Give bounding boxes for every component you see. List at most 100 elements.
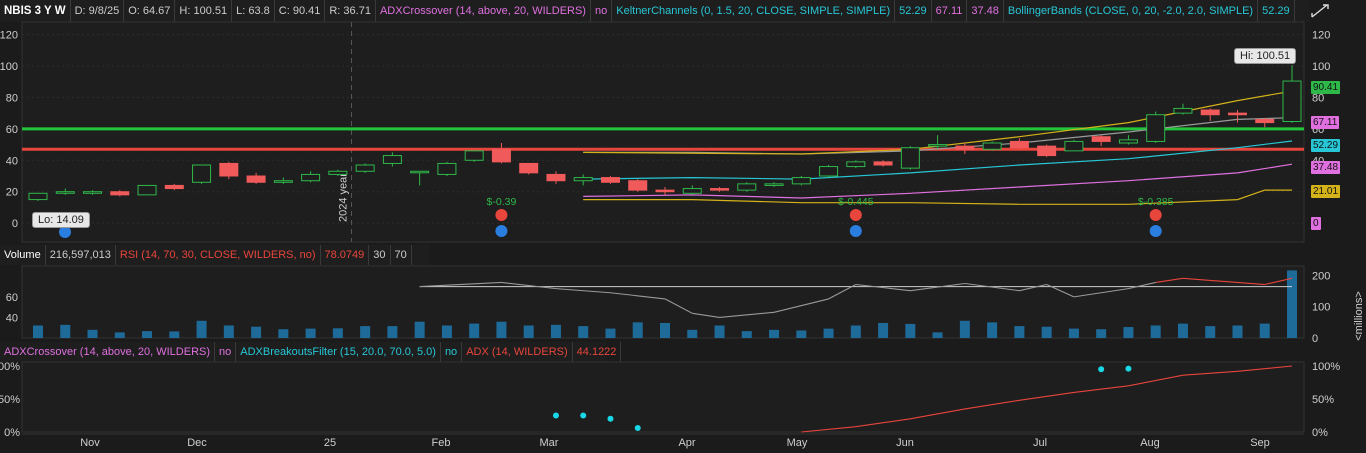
- earnings-label: $-0.385: [1138, 196, 1174, 208]
- x-tick-label: Jul: [1033, 437, 1047, 449]
- volume-bar: [305, 328, 316, 338]
- adx-breakout-dot: [634, 425, 641, 432]
- candle: [1037, 145, 1057, 157]
- adx-breakout-dot: [580, 412, 587, 419]
- earnings-label: $-0.39: [487, 196, 517, 208]
- adx-tick-label-right: 50%: [1312, 394, 1334, 406]
- x-tick-label: 25: [324, 437, 336, 449]
- volume-bar: [87, 329, 98, 338]
- candle: [164, 184, 184, 190]
- candle: [219, 162, 239, 177]
- adx-breakout-dot: [607, 415, 614, 422]
- candle: [1146, 114, 1166, 142]
- volume-tick-label: 200: [1312, 270, 1330, 282]
- x-tick-label: Mar: [540, 437, 559, 449]
- volume-bar: [959, 320, 970, 338]
- y-tick-label-left: 40: [6, 155, 18, 167]
- candle: [55, 191, 75, 194]
- candle: [546, 173, 566, 182]
- volume-bar: [1205, 326, 1216, 338]
- price-value-tag: 67.11: [1311, 116, 1340, 129]
- volume-bar: [496, 321, 507, 338]
- volume-bar: [142, 331, 153, 338]
- candle: [928, 144, 948, 147]
- volume-bar: [796, 330, 807, 338]
- volume-bar: [469, 323, 480, 338]
- x-tick-label: Dec: [187, 437, 207, 449]
- volume-bar: [33, 325, 43, 338]
- volume-bar: [169, 331, 180, 338]
- candle: [246, 175, 266, 183]
- volume-bar: [823, 328, 834, 338]
- candle: [301, 173, 321, 182]
- y-tick-label-left: 80: [6, 92, 18, 104]
- volume-bar: [878, 322, 889, 338]
- candle: [410, 170, 430, 174]
- y-tick-label-left: 60: [6, 124, 18, 136]
- volume-tick-label: 100: [1312, 302, 1330, 314]
- candle: [737, 183, 757, 191]
- chart-canvas[interactable]: 0020204040606080801001001201202024 year$…: [0, 0, 1366, 453]
- candle: [519, 162, 539, 174]
- candle: [464, 150, 484, 161]
- earnings-label: $-0.445: [838, 196, 874, 208]
- candle: [791, 177, 811, 185]
- adx-tick-label-left: 100%: [0, 361, 20, 373]
- candle: [1282, 80, 1302, 123]
- volume-bar: [550, 324, 561, 338]
- y-tick-label-left: 20: [6, 187, 18, 199]
- candle: [192, 164, 212, 183]
- volume-tick-label: 0: [1312, 333, 1318, 345]
- y-tick-label-left: 120: [0, 30, 18, 42]
- candle: [137, 184, 157, 196]
- adx-tick-label-left: 0%: [4, 427, 20, 439]
- candle: [573, 177, 593, 182]
- volume-bar: [1041, 326, 1052, 338]
- volume-bar: [1232, 325, 1243, 338]
- pane-background: [21, 21, 1305, 243]
- x-tick-label: Feb: [432, 437, 451, 449]
- candle: [1173, 107, 1193, 114]
- volume-bar: [987, 322, 998, 338]
- volume-bar: [632, 322, 643, 338]
- y-tick-label-left: 100: [0, 61, 18, 73]
- volume-bar: [687, 329, 698, 338]
- volume-bar: [332, 328, 343, 338]
- candle: [28, 192, 48, 201]
- x-tick-label: Jun: [896, 437, 914, 449]
- candle: [600, 177, 620, 183]
- volume-bar: [714, 325, 725, 338]
- candle: [900, 147, 920, 169]
- volume-bar: [414, 321, 425, 338]
- candle: [382, 155, 402, 164]
- volume-bar: [905, 323, 916, 338]
- volume-bar: [387, 326, 398, 338]
- volume-bar: [278, 329, 289, 338]
- earnings-bulb-icon: [849, 225, 862, 237]
- volume-bar: [605, 328, 616, 338]
- price-value-tag: 21.01: [1311, 185, 1341, 198]
- candle: [682, 188, 702, 194]
- volume-bar: [1177, 323, 1188, 338]
- y-tick-label-right: 120: [1312, 30, 1330, 42]
- volume-bar: [523, 325, 534, 338]
- volume-bar: [1259, 323, 1270, 338]
- candle: [982, 142, 1002, 150]
- volume-unit-label: <millions>: [1353, 291, 1365, 341]
- price-value-tag: 52.29: [1311, 139, 1341, 152]
- price-value-tag: 0: [1311, 217, 1321, 230]
- candle: [846, 161, 866, 168]
- volume-bar: [850, 325, 861, 338]
- candle: [328, 170, 348, 175]
- candle: [628, 180, 648, 191]
- volume-bar: [360, 326, 371, 338]
- earnings-bulb-icon: [495, 225, 508, 237]
- volume-bar: [223, 325, 234, 338]
- volume-bar: [1287, 270, 1297, 338]
- volume-bar: [769, 329, 780, 338]
- candle: [819, 166, 839, 177]
- candle: [655, 189, 675, 193]
- price-value-tag: 37.48: [1311, 161, 1341, 174]
- candle: [273, 180, 293, 183]
- volume-bar: [1068, 328, 1079, 338]
